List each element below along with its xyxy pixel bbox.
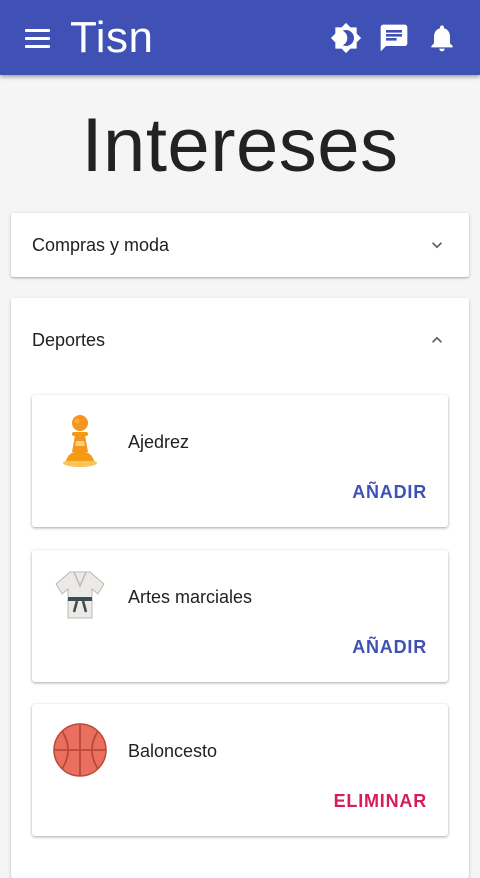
chevron-down-icon: [432, 242, 442, 249]
app-title: Tisn: [70, 13, 154, 62]
menu-icon[interactable]: [16, 20, 58, 56]
chevron-up-icon: [432, 336, 442, 343]
panel-label: Compras y moda: [32, 235, 170, 255]
interest-name: Baloncesto: [128, 741, 218, 761]
notifications-icon[interactable]: [424, 20, 460, 56]
interest-card-artes-marciales: Artes marciales AÑADIR: [32, 550, 448, 682]
chess-pawn-icon: [63, 415, 97, 467]
panel-deportes: Deportes Ajedrez AÑADIR Artes marciales …: [11, 298, 469, 878]
panel-label: Deportes: [32, 330, 106, 350]
interest-name: Ajedrez: [128, 432, 190, 452]
brightness-icon[interactable]: [328, 20, 364, 56]
page-title: Intereses: [81, 103, 399, 188]
add-button[interactable]: AÑADIR: [352, 481, 427, 503]
martial-arts-gi-icon: [55, 571, 105, 619]
panel-header-deportes[interactable]: Deportes: [11, 308, 469, 372]
panel-header-compras-y-moda[interactable]: Compras y moda: [11, 213, 469, 277]
interest-name: Artes marciales: [128, 587, 253, 607]
remove-button[interactable]: ELIMINAR: [334, 790, 427, 812]
add-button[interactable]: AÑADIR: [352, 636, 427, 658]
chat-icon[interactable]: [376, 20, 412, 56]
app-bar: Tisn: [0, 0, 480, 75]
interest-card-ajedrez: Ajedrez AÑADIR: [32, 395, 448, 527]
basketball-icon: [53, 723, 107, 777]
panel-compras-y-moda: Compras y moda: [11, 213, 469, 277]
interest-card-baloncesto: Baloncesto ELIMINAR: [32, 704, 448, 836]
